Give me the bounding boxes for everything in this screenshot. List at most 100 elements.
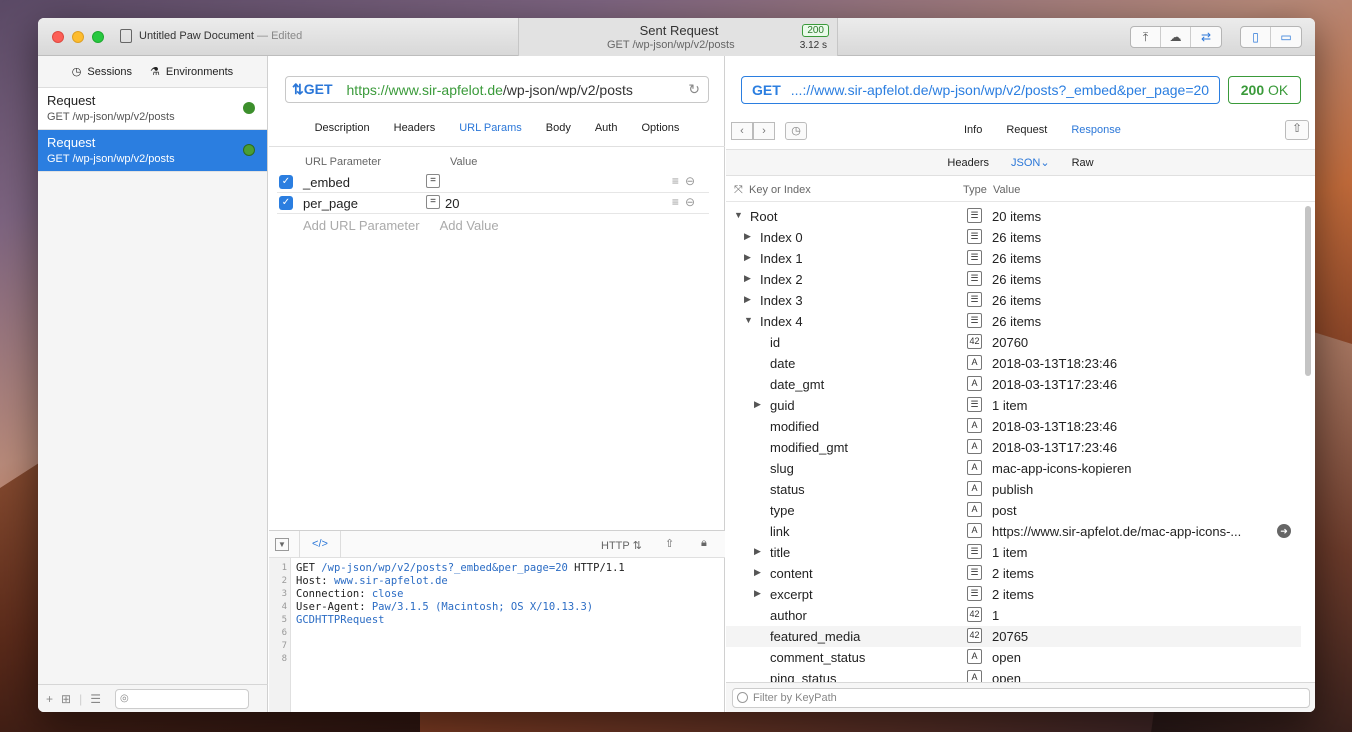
add-value-placeholder[interactable]: Add Value xyxy=(440,218,499,233)
collapse-all-icon[interactable]: ⤧ xyxy=(734,184,743,197)
tree-row[interactable]: ▶ Index 2 ☰ 26 items xyxy=(726,269,1301,290)
tree-row[interactable]: ▶ Index 0 ☰ 26 items xyxy=(726,227,1301,248)
share-button[interactable]: ⇧ xyxy=(1285,120,1309,140)
tree-row[interactable]: slug Amac-app-icons-kopieren xyxy=(726,458,1301,479)
tree-row[interactable]: ▼ Root ☰ 20 items xyxy=(726,206,1301,227)
param-value[interactable]: 20 xyxy=(445,196,459,211)
tree-row[interactable]: modified_gmt A 2018-03-13T17:23:46 xyxy=(726,437,1301,458)
export-button[interactable]: ⤒ xyxy=(1131,27,1161,47)
equals-icon: = xyxy=(426,174,440,188)
param-checkbox[interactable]: ✓ xyxy=(279,175,293,189)
sent-request-panel[interactable]: Sent Request GET /wp-json/wp/v2/posts 20… xyxy=(518,18,838,56)
disclosure-closed-icon[interactable]: ▶ xyxy=(754,546,761,557)
tab-body[interactable]: Body xyxy=(546,122,571,134)
zoom-window-button[interactable] xyxy=(92,31,104,43)
subtab-raw[interactable]: Raw xyxy=(1072,157,1094,169)
sort-menu-icon[interactable]: ☰ xyxy=(90,692,101,706)
add-param-row[interactable]: Add URL Parameter Add Value xyxy=(303,218,519,233)
minimize-window-button[interactable] xyxy=(72,31,84,43)
tree-row[interactable]: author 42 1 xyxy=(726,605,1301,626)
disclosure-closed-icon[interactable]: ▶ xyxy=(744,273,751,284)
tree-row[interactable]: date A 2018-03-13T18:23:46 xyxy=(726,353,1301,374)
collapse-icon[interactable]: ▼ xyxy=(275,538,289,551)
url-bar[interactable]: ⇅GET https://www.sir-apfelot.de/wp-json/… xyxy=(285,76,709,103)
remove-param-icon[interactable]: ⊖ xyxy=(685,174,701,188)
tree-key: modified_gmt xyxy=(770,440,849,455)
tree-row[interactable]: featured_media 42 20765 xyxy=(726,626,1301,647)
toggle-bottom-panel-button[interactable]: ▭ xyxy=(1271,27,1301,47)
request-list-item-selected[interactable]: Request GET /wp-json/wp/v2/posts xyxy=(38,130,267,172)
request-tabs: Description Headers URL Params Body Auth… xyxy=(269,122,725,134)
add-param-placeholder[interactable]: Add URL Parameter xyxy=(303,218,420,233)
tree-row[interactable]: date_gmt A 2018-03-13T17:23:46 xyxy=(726,374,1301,395)
forward-button[interactable]: › xyxy=(753,122,775,140)
scrollbar[interactable] xyxy=(1305,206,1311,376)
tree-row[interactable]: id 42 20760 xyxy=(726,332,1301,353)
refresh-icon[interactable]: ↻ xyxy=(688,81,700,98)
remove-param-icon[interactable]: ⊖ xyxy=(685,195,701,209)
tab-auth[interactable]: Auth xyxy=(595,122,618,134)
add-request-icon[interactable]: + xyxy=(46,692,53,706)
tree-row[interactable]: ▶ excerpt ☰ 2 items xyxy=(726,584,1301,605)
history-button[interactable]: ◷ xyxy=(785,122,807,140)
disclosure-closed-icon[interactable]: ▶ xyxy=(744,294,751,305)
number-type-icon: 42 xyxy=(967,628,982,643)
tab-url-params[interactable]: URL Params xyxy=(459,122,522,134)
toggle-sidebar-button[interactable]: ▯ xyxy=(1241,27,1271,47)
tree-row[interactable]: modified A 2018-03-13T18:23:46 xyxy=(726,416,1301,437)
back-button[interactable]: ‹ xyxy=(731,122,753,140)
param-checkbox[interactable]: ✓ xyxy=(279,196,293,210)
close-window-button[interactable] xyxy=(52,31,64,43)
url-host: https://www.sir-apfelot.de xyxy=(346,81,503,98)
disclosure-closed-icon[interactable]: ▶ xyxy=(744,231,751,242)
disclosure-closed-icon[interactable]: ▶ xyxy=(754,399,761,410)
tree-row[interactable]: status Apublish xyxy=(726,479,1301,500)
share-icon[interactable]: ⇧ xyxy=(665,537,674,550)
tree-row[interactable]: ▶ Index 1 ☰ 26 items xyxy=(726,248,1301,269)
environments-tab[interactable]: ⚗ Environments xyxy=(150,65,233,79)
tab-description[interactable]: Description xyxy=(315,122,370,134)
lock-icon[interactable]: 🔒︎ xyxy=(701,537,707,550)
sidebar-filter-input[interactable]: ◎ xyxy=(114,688,249,709)
request-list-item[interactable]: Request GET /wp-json/wp/v2/posts xyxy=(38,88,267,130)
sync-button[interactable]: ⇄ xyxy=(1191,27,1221,47)
tab-headers[interactable]: Headers xyxy=(394,122,436,134)
disclosure-open-icon[interactable]: ▼ xyxy=(734,210,743,220)
code-line: GET /wp-json/wp/v2/posts?_embed&per_page… xyxy=(296,562,625,574)
tree-value: 1 item xyxy=(992,545,1028,560)
tab-response[interactable]: Response xyxy=(1071,124,1121,136)
tree-row[interactable]: type Apost xyxy=(726,500,1301,521)
param-name[interactable]: per_page xyxy=(303,196,358,211)
subtab-json[interactable]: JSON⌄ xyxy=(1011,156,1050,169)
disclosure-closed-icon[interactable]: ▶ xyxy=(754,567,761,578)
keypath-filter-input[interactable]: Filter by KeyPath xyxy=(732,688,1310,708)
tree-row[interactable]: ▶ guid ☰ 1 item xyxy=(726,395,1301,416)
param-name[interactable]: _embed xyxy=(303,175,350,190)
array-type-icon: ☰ xyxy=(967,313,982,328)
open-link-icon[interactable]: ➜ xyxy=(1277,524,1291,538)
subtab-headers[interactable]: Headers xyxy=(947,157,989,169)
code-editor[interactable]: 1 2 3 4 5 6 7 8 GET /wp-json/wp/v2/posts… xyxy=(269,558,725,712)
disclosure-closed-icon[interactable]: ▶ xyxy=(744,252,751,263)
code-text: Host: xyxy=(296,575,334,587)
tab-request[interactable]: Request xyxy=(1006,124,1047,136)
drag-handle-icon[interactable]: ≡ xyxy=(672,174,685,188)
response-url-bar[interactable]: GET ...://www.sir-apfelot.de/wp-json/wp/v… xyxy=(741,76,1220,104)
method-selector[interactable]: ⇅GET xyxy=(292,81,333,98)
tree-row[interactable]: link Ahttps://www.sir-apfelot.de/mac-app-… xyxy=(726,521,1301,542)
tree-row[interactable]: ▶ Index 3 ☰ 26 items xyxy=(726,290,1301,311)
tree-row[interactable]: ▶ title ☰ 1 item xyxy=(726,542,1301,563)
code-view-icon[interactable]: </> xyxy=(299,531,341,558)
drag-handle-icon[interactable]: ≡ xyxy=(672,195,685,209)
tab-info[interactable]: Info xyxy=(964,124,982,136)
sessions-tab[interactable]: ◷ Sessions xyxy=(72,65,132,79)
disclosure-open-icon[interactable]: ▼ xyxy=(744,315,753,325)
code-format-selector[interactable]: HTTP ⇅ xyxy=(601,539,642,552)
cloud-button[interactable]: ☁ xyxy=(1161,27,1191,47)
tree-row[interactable]: ▶ content ☰ 2 items xyxy=(726,563,1301,584)
tree-row[interactable]: comment_status Aopen xyxy=(726,647,1301,668)
tree-row[interactable]: ▼ Index 4 ☰ 26 items xyxy=(726,311,1301,332)
add-group-icon[interactable]: ⊞ xyxy=(61,692,71,706)
disclosure-closed-icon[interactable]: ▶ xyxy=(754,588,761,599)
tab-options[interactable]: Options xyxy=(641,122,679,134)
